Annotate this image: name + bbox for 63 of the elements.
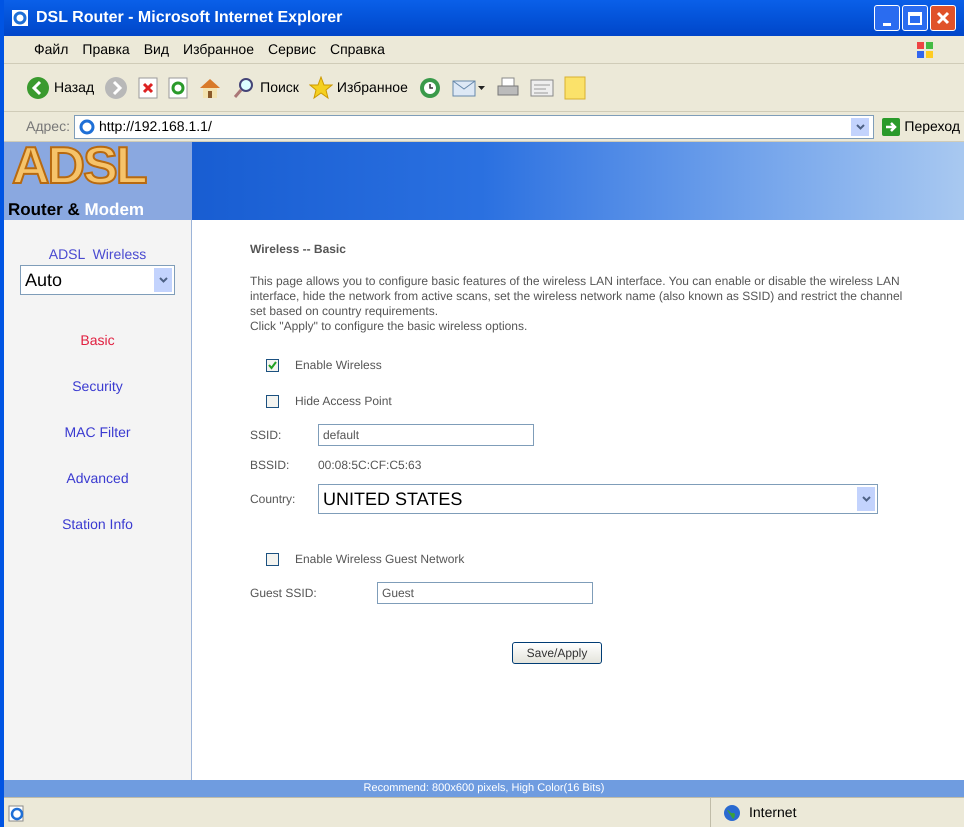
sidebar-link[interactable]: Advanced xyxy=(66,455,129,501)
checkbox[interactable] xyxy=(266,394,279,408)
sidebar-link[interactable]: MAC Filter xyxy=(64,409,131,455)
toolbar-button[interactable]: Избранное xyxy=(308,76,408,100)
page-title: Wireless -- Basic xyxy=(250,241,347,258)
window-title: DSL Router - Microsoft Internet Explorer xyxy=(36,8,344,28)
refresh-icon xyxy=(168,76,188,98)
toolbar-button[interactable]: Назад xyxy=(26,76,94,100)
checkbox-label: Hide Access Point xyxy=(295,393,392,410)
field-label: SSID: xyxy=(250,427,282,444)
house-icon xyxy=(198,76,222,98)
country-select[interactable]: UNITED STATES xyxy=(318,484,878,514)
ssid-field[interactable]: default xyxy=(318,424,534,446)
field-label: BSSID: xyxy=(250,457,290,474)
sidebar-link[interactable]: Station Info xyxy=(62,501,133,547)
toolbar-button[interactable] xyxy=(418,76,442,100)
guest-ssid-field[interactable]: Guest xyxy=(377,582,593,604)
clock-icon xyxy=(418,76,442,100)
minimize-button[interactable] xyxy=(874,5,900,31)
go-button[interactable]: Переход xyxy=(882,116,960,137)
toolbar-button[interactable]: Поиск xyxy=(232,76,299,100)
maximize-button[interactable] xyxy=(902,5,928,31)
menu-item[interactable]: Избранное xyxy=(183,39,254,60)
page-icon xyxy=(78,118,95,134)
toolbar-button[interactable] xyxy=(138,76,158,98)
menu-item[interactable]: Справка xyxy=(330,39,385,60)
sticky-note-icon xyxy=(564,76,586,100)
checkbox[interactable] xyxy=(266,358,279,372)
sidebar-link[interactable]: Security xyxy=(72,363,123,409)
toolbar-button[interactable] xyxy=(198,76,222,98)
checkbox-label: Enable Wireless Guest Network xyxy=(295,551,464,568)
document-icon xyxy=(530,76,554,98)
logo-text: ADSL xyxy=(12,140,146,192)
save-apply-button[interactable]: Save/Apply xyxy=(512,642,602,664)
field-label: Guest SSID: xyxy=(250,585,318,602)
mode-select[interactable]: Auto xyxy=(20,265,175,295)
globe-icon xyxy=(723,804,741,822)
windows-flag-icon xyxy=(916,40,934,58)
bssid-value: 00:08:5C:CF:C5:63 xyxy=(318,457,422,474)
logo-subtitle: Router & Modem xyxy=(8,201,146,218)
browser-icon xyxy=(12,10,28,26)
footer-bar: Recommend: 800x600 pixels, High Color(16 Bits) xyxy=(4,780,964,797)
address-field[interactable]: http://192.168.1.1/ xyxy=(74,114,874,138)
menu-item[interactable]: Файл xyxy=(34,39,68,60)
description-text: This page allows you to configure basic features of the wireless LAN interface. You can enable or disable the wireless LAN interface, hide the network from active scans, set the wireless network name (also known as SSID) and restrict the channel set based on country requirements. xyxy=(250,274,904,319)
sidebar-link[interactable]: Basic xyxy=(80,317,115,363)
field-label: Country: xyxy=(250,491,296,508)
menu-item[interactable]: Сервис xyxy=(268,39,316,60)
close-button[interactable] xyxy=(930,5,956,31)
menu-item[interactable]: Правка xyxy=(82,39,130,60)
menu-item[interactable]: Вид xyxy=(144,39,170,60)
star-icon xyxy=(308,76,333,100)
toolbar-button[interactable] xyxy=(168,76,188,98)
address-label: Адрес: xyxy=(26,117,70,136)
close-icon xyxy=(936,11,950,25)
checkbox[interactable] xyxy=(266,552,279,566)
description-text: Click "Apply" to configure the basic wireless options. xyxy=(250,319,528,334)
checkbox-label: Enable Wireless xyxy=(295,357,382,374)
sidebar-heading: ADSL Wireless xyxy=(48,245,146,264)
page-icon xyxy=(8,804,26,822)
toolbar-button[interactable] xyxy=(530,76,554,98)
zone-label: Internet xyxy=(749,803,796,822)
stop-icon xyxy=(138,76,158,98)
